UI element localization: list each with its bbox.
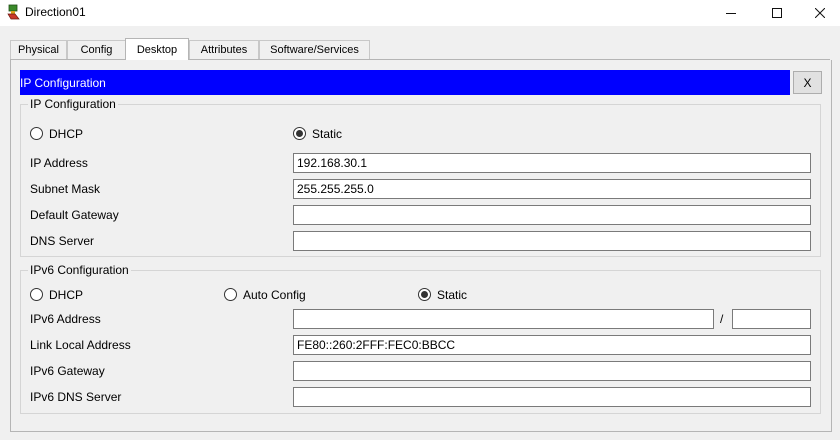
tab-desktop[interactable]: Desktop [125, 38, 189, 60]
subnet-mask-label: Subnet Mask [30, 182, 101, 196]
ipv4-dhcp-label: DHCP [49, 127, 84, 141]
tab-software-services[interactable]: Software/Services [259, 40, 370, 59]
ipv4-dhcp-radio[interactable] [30, 127, 43, 140]
subnet-mask-input[interactable] [293, 179, 811, 199]
tab-label: Config [80, 44, 113, 56]
ipv6-legend: IPv6 Configuration [28, 263, 131, 277]
prefix-slash: / [720, 312, 724, 326]
ip-config-header-bar [20, 70, 790, 95]
ipv4-legend: IP Configuration [28, 97, 118, 111]
tab-label: Desktop [136, 43, 178, 56]
ipv6-gateway-input[interactable] [293, 361, 811, 381]
default-gateway-input[interactable] [293, 205, 811, 225]
ipv4-static-label: Static [312, 127, 343, 141]
radio-selected-dot [421, 291, 428, 298]
ipv6-prefix-input[interactable] [732, 309, 811, 329]
close-icon [815, 8, 825, 18]
ip-config-header-title: IP Configuration [20, 76, 106, 90]
tab-label: Software/Services [270, 44, 359, 56]
link-local-address-input[interactable] [293, 335, 811, 355]
dns-server-label: DNS Server [30, 234, 95, 248]
maximize-button[interactable] [754, 0, 800, 26]
minimize-icon [726, 8, 736, 18]
panel-close-button[interactable]: X [793, 71, 822, 94]
ipv4-static-radio[interactable] [293, 127, 306, 140]
close-button-label: X [803, 75, 812, 90]
tab-config[interactable]: Config [67, 40, 126, 59]
maximize-icon [772, 8, 782, 18]
tab-attributes[interactable]: Attributes [189, 40, 259, 59]
ipv6-static-radio[interactable] [418, 288, 431, 301]
ipv6-auto-config-label: Auto Config [243, 288, 306, 302]
ipv6-static-label: Static [437, 288, 468, 302]
ipv6-address-label: IPv6 Address [30, 312, 101, 326]
app-icon [6, 4, 22, 20]
ipv6-dns-server-input[interactable] [293, 387, 811, 407]
default-gateway-label: Default Gateway [30, 208, 119, 222]
ipv6-address-input[interactable] [293, 309, 714, 329]
ipv6-dns-server-label: IPv6 DNS Server [30, 390, 122, 404]
tab-label: Physical [18, 44, 59, 56]
ip-address-input[interactable] [293, 153, 811, 173]
window-title: Direction01 [25, 5, 86, 19]
ipv6-gateway-label: IPv6 Gateway [30, 364, 105, 378]
link-local-address-label: Link Local Address [30, 338, 131, 352]
ipv6-auto-config-radio[interactable] [224, 288, 237, 301]
ip-address-label: IP Address [30, 156, 88, 170]
dns-server-input[interactable] [293, 231, 811, 251]
tab-physical[interactable]: Physical [10, 40, 67, 59]
ipv6-dhcp-label: DHCP [49, 288, 84, 302]
ipv6-dhcp-radio[interactable] [30, 288, 43, 301]
radio-selected-dot [296, 130, 303, 137]
tab-label: Attributes [200, 44, 248, 56]
minimize-button[interactable] [708, 0, 754, 26]
window-close-button[interactable] [800, 0, 840, 26]
